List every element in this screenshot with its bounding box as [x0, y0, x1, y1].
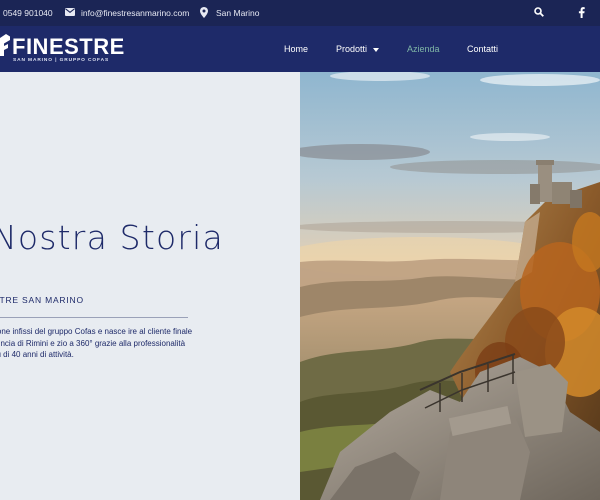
- story-paragraph: è la divisione infissi del gruppo Cofas …: [0, 327, 193, 360]
- logo-mark-icon: [0, 34, 10, 56]
- main-navbar: FINESTRE SAN MARINO | GRUPPO COFAS Home …: [0, 26, 600, 72]
- landscape-illustration: [300, 72, 600, 500]
- search-icon: [534, 7, 544, 19]
- email-label: info@finestresanmarino.com: [81, 8, 190, 18]
- section-subtitle: STRE SAN MARINO: [0, 295, 84, 305]
- nav-azienda[interactable]: Azienda: [407, 26, 440, 72]
- nav-contatti-label: Contatti: [467, 44, 499, 54]
- section-divider: [0, 317, 188, 318]
- brand-tagline: SAN MARINO | GRUPPO COFAS: [13, 58, 110, 63]
- search-button[interactable]: [534, 0, 544, 26]
- email-link[interactable]: info@finestresanmarino.com: [65, 0, 189, 26]
- nav-home[interactable]: Home: [284, 26, 308, 72]
- phone-label: 0549 901040: [3, 8, 53, 18]
- caret-down-icon: [373, 44, 380, 54]
- map-pin-icon: [200, 6, 208, 20]
- envelope-icon: [65, 8, 75, 18]
- page-title: Nostra Storia: [0, 218, 224, 257]
- story-panel: Nostra Storia STRE SAN MARINO è la divis…: [0, 72, 300, 500]
- facebook-link[interactable]: [578, 0, 585, 26]
- nav-contatti[interactable]: Contatti: [467, 26, 498, 72]
- nav-home-label: Home: [284, 44, 309, 54]
- location-link[interactable]: San Marino: [200, 0, 259, 26]
- phone-number[interactable]: 0549 901040: [3, 0, 53, 26]
- nav-azienda-label: Azienda: [407, 44, 440, 54]
- brand-name: FINESTRE: [12, 34, 125, 59]
- san-marino-landscape-photo: [300, 72, 600, 500]
- nav-prodotti[interactable]: Prodotti: [336, 26, 380, 72]
- top-info-bar: 0549 901040 info@finestresanmarino.com S…: [0, 0, 600, 26]
- nav-prodotti-label: Prodotti: [336, 44, 368, 54]
- location-label: San Marino: [216, 8, 260, 18]
- brand-logo[interactable]: FINESTRE SAN MARINO | GRUPPO COFAS: [0, 34, 130, 66]
- facebook-icon: [578, 6, 585, 20]
